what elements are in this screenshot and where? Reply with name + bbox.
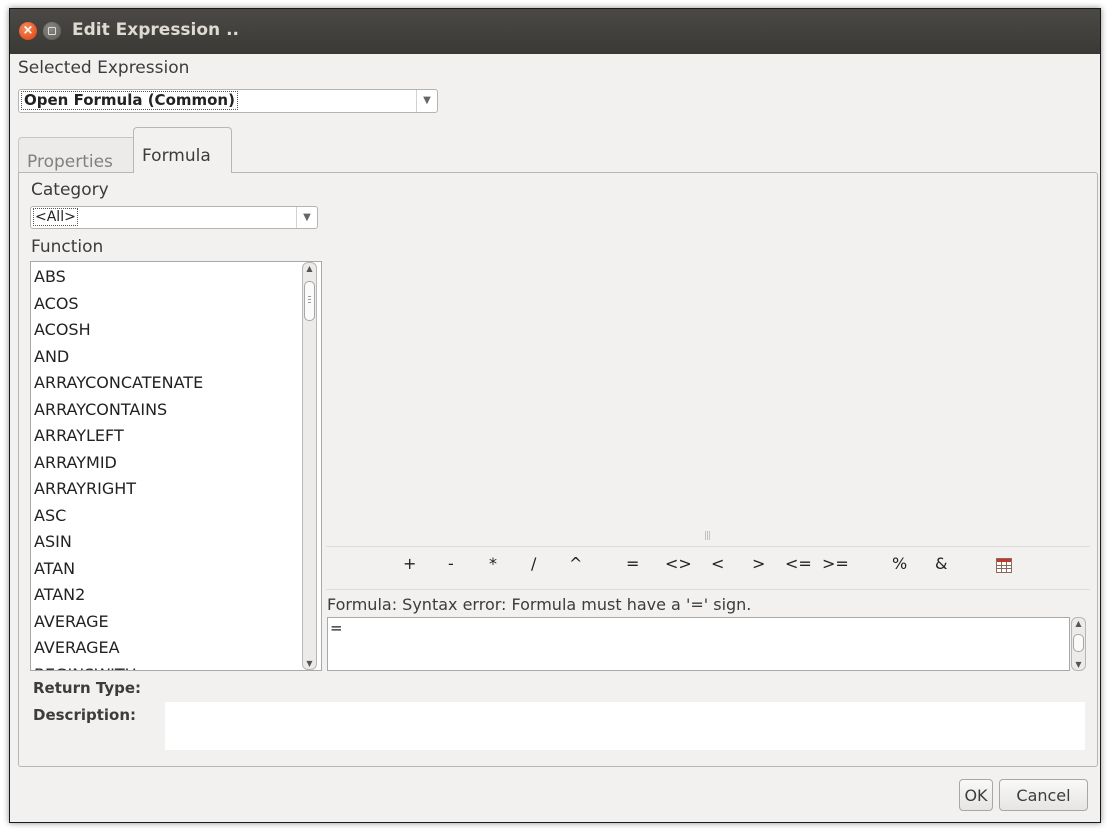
scroll-up-icon[interactable]: ▲ bbox=[303, 264, 316, 273]
description-label: Description: bbox=[33, 706, 137, 724]
list-item[interactable]: ARRAYLEFT bbox=[34, 423, 203, 450]
operator-equals-button[interactable]: = bbox=[626, 554, 639, 573]
operator-not-equal-button[interactable]: <> bbox=[665, 554, 692, 573]
table-icon[interactable] bbox=[996, 558, 1012, 573]
window-title: Edit Expression .. bbox=[72, 20, 239, 40]
formula-input[interactable]: = bbox=[327, 617, 1070, 671]
scroll-up-icon[interactable]: ▲ bbox=[1072, 619, 1085, 628]
list-item[interactable]: AVERAGE bbox=[34, 609, 203, 636]
operator-minus-button[interactable]: - bbox=[448, 554, 454, 573]
category-label: Category bbox=[31, 180, 109, 200]
list-item[interactable]: ARRAYCONTAINS bbox=[34, 397, 203, 424]
tab-formula[interactable]: Formula bbox=[133, 127, 232, 173]
selected-expression-label: Selected Expression bbox=[18, 58, 190, 78]
operator-greater-button[interactable]: > bbox=[752, 554, 765, 573]
list-item[interactable]: AVERAGEA bbox=[34, 635, 203, 662]
list-item[interactable]: ASIN bbox=[34, 529, 203, 556]
operator-plus-button[interactable]: + bbox=[403, 554, 416, 573]
list-item[interactable]: ATAN2 bbox=[34, 582, 203, 609]
operator-greater-equal-button[interactable]: >= bbox=[822, 554, 849, 573]
scroll-down-icon[interactable]: ▼ bbox=[1072, 660, 1085, 669]
list-item[interactable]: ABS bbox=[34, 264, 203, 291]
operator-less-button[interactable]: < bbox=[711, 554, 724, 573]
list-item[interactable]: ARRAYRIGHT bbox=[34, 476, 203, 503]
chevron-down-icon[interactable]: ▼ bbox=[296, 207, 317, 228]
operator-less-equal-button[interactable]: <= bbox=[785, 554, 812, 573]
operator-power-button[interactable]: ^ bbox=[569, 554, 582, 573]
selected-expression-dropdown[interactable]: Open Formula (Common) ▼ bbox=[18, 89, 438, 113]
cancel-button[interactable]: Cancel bbox=[999, 779, 1088, 811]
return-type-label: Return Type: bbox=[33, 679, 142, 697]
formula-scrollbar[interactable]: ▲ ▼ bbox=[1071, 617, 1086, 671]
list-item[interactable]: ASC bbox=[34, 503, 203, 530]
minimize-icon[interactable] bbox=[43, 22, 61, 40]
function-label: Function bbox=[31, 237, 104, 257]
list-item[interactable]: BEGINSWITH bbox=[34, 662, 203, 671]
chevron-down-icon[interactable]: ▼ bbox=[416, 90, 437, 112]
tab-properties[interactable]: Properties bbox=[18, 137, 136, 172]
formula-input-value: = bbox=[330, 619, 343, 637]
list-item[interactable]: ATAN bbox=[34, 556, 203, 583]
operator-divide-button[interactable]: / bbox=[531, 554, 536, 573]
edit-expression-dialog: × Edit Expression .. Selected Expression… bbox=[9, 8, 1101, 823]
description-box bbox=[165, 702, 1085, 750]
operator-percent-button[interactable]: % bbox=[892, 554, 907, 573]
list-item[interactable]: ARRAYCONCATENATE bbox=[34, 370, 203, 397]
selected-expression-value: Open Formula (Common) bbox=[21, 91, 238, 110]
list-item[interactable]: ACOSH bbox=[34, 317, 203, 344]
category-value: <All> bbox=[33, 208, 78, 226]
operator-concat-button[interactable]: & bbox=[935, 554, 947, 573]
splitter-handle[interactable]: ||| bbox=[704, 531, 711, 541]
scroll-down-icon[interactable]: ▼ bbox=[303, 659, 316, 668]
formula-status-text: Formula: Syntax error: Formula must have… bbox=[327, 595, 752, 614]
title-bar[interactable]: × Edit Expression .. bbox=[10, 9, 1100, 54]
close-icon[interactable]: × bbox=[19, 22, 37, 40]
list-item[interactable]: ACOS bbox=[34, 291, 203, 318]
ok-button[interactable]: OK bbox=[959, 779, 993, 811]
operator-toolbar: + - * / ^ = <> < > <= >= % & bbox=[326, 546, 1090, 590]
operator-multiply-button[interactable]: * bbox=[489, 554, 497, 573]
scrollbar-thumb[interactable] bbox=[304, 281, 315, 321]
function-list[interactable]: ABS ACOS ACOSH AND ARRAYCONCATENATE ARRA… bbox=[30, 261, 322, 671]
list-item[interactable]: ARRAYMID bbox=[34, 450, 203, 477]
function-list-scrollbar[interactable]: ▲ ▼ bbox=[302, 262, 317, 670]
category-dropdown[interactable]: <All> ▼ bbox=[30, 206, 318, 229]
scrollbar-thumb[interactable] bbox=[1073, 634, 1084, 652]
list-item[interactable]: AND bbox=[34, 344, 203, 371]
